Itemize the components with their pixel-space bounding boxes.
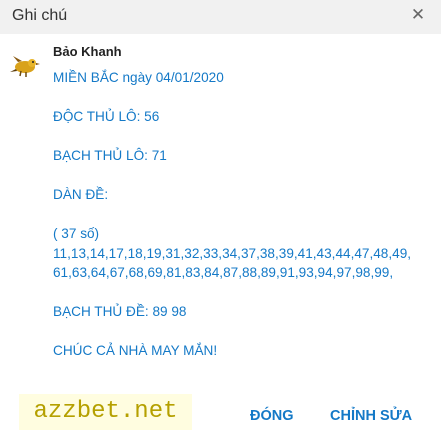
close-icon[interactable]: ✕ xyxy=(405,2,431,28)
note-blank-line xyxy=(53,205,433,225)
note-blank-line xyxy=(53,127,433,147)
close-button[interactable]: ĐÓNG xyxy=(250,408,294,424)
bird-icon xyxy=(10,52,40,78)
note-line: DÀN ĐỀ: xyxy=(53,187,109,202)
note-line: ĐỘC THỦ LÔ: 56 xyxy=(53,109,160,124)
note-blank-line xyxy=(53,88,433,108)
note-content: MIỀN BẮC ngày 04/01/2020 ĐỘC THỦ LÔ: 56 BẠ… xyxy=(53,68,433,361)
dialog-title: Ghi chú xyxy=(12,7,68,24)
note-line: 11,13,14,17,18,19,31,32,33,34,37,38,39,4… xyxy=(53,245,412,261)
note-line: MIỀN BẮC ngày 04/01/2020 xyxy=(53,70,224,85)
note-blank-line xyxy=(53,166,433,186)
edit-button[interactable]: CHỈNH SỬA xyxy=(330,408,412,424)
note-blank-line xyxy=(53,283,433,303)
note-author: Bảo Khanh xyxy=(53,44,122,59)
dialog-header: Ghi chú ✕ xyxy=(0,0,441,34)
note-line: ( 37 số) xyxy=(53,226,100,241)
note-line: BẠCH THỦ LÔ: 71 xyxy=(53,148,167,163)
watermark: azzbet.net xyxy=(19,394,192,430)
note-blank-line xyxy=(53,322,433,342)
note-line: BẠCH THỦ ĐỀ: 89 98 xyxy=(53,304,187,319)
note-line: CHÚC CẢ NHÀ MAY MẮN! xyxy=(53,343,218,358)
note-line: 61,63,64,67,68,69,81,83,84,87,88,89,91,9… xyxy=(53,265,394,280)
